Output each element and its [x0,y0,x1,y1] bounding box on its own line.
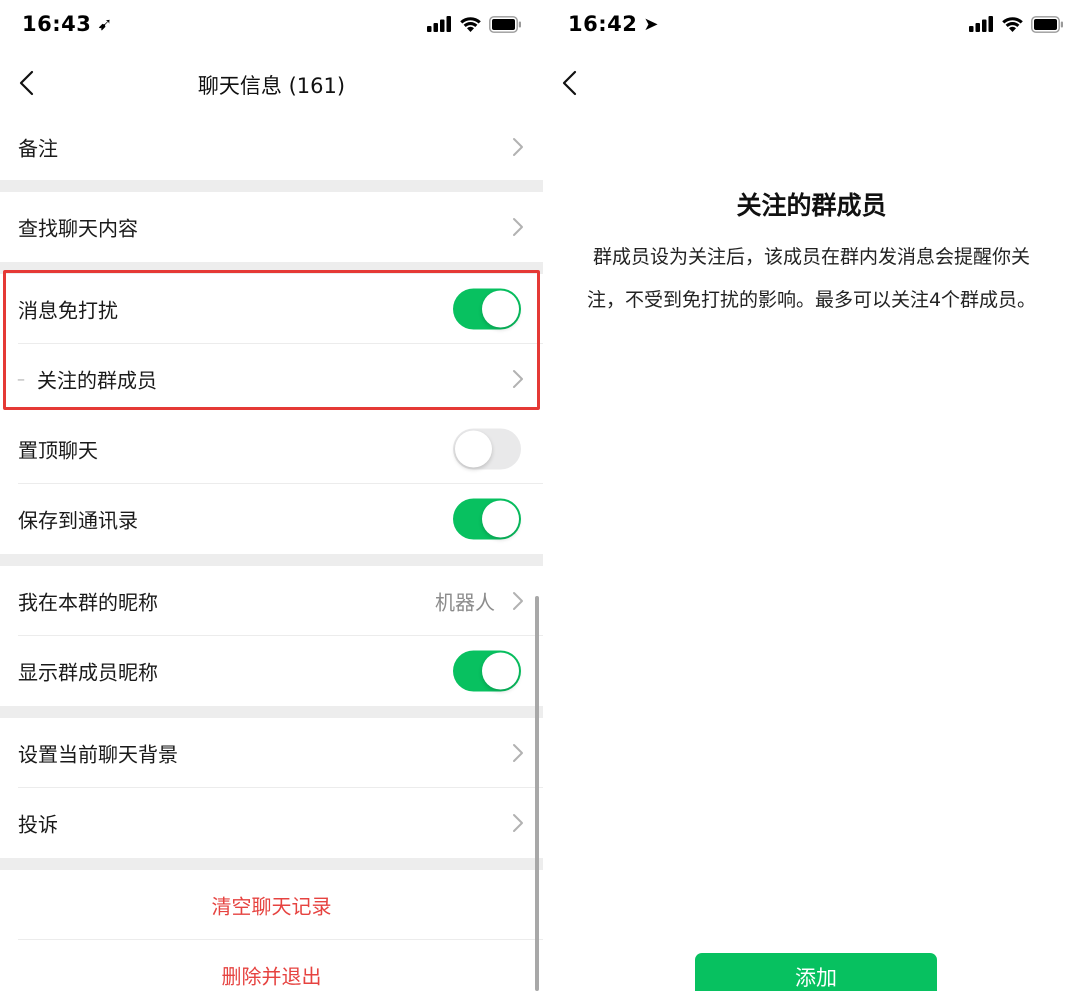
nav-bar [543,52,1080,114]
show-member-names-row: 显示群成员昵称 [0,636,543,706]
signal-icon [427,16,451,32]
wifi-icon [1002,16,1023,32]
status-time-text: 16:43 [22,12,92,36]
search-history-label: 查找聊天内容 [18,216,138,241]
toggle-knob [455,430,492,468]
starred-members-screen: 16:42 ➤ 关注的群成员 群成员设为关注后，该成员在群内发消息会提醒你关注，不… [543,0,1080,991]
status-bar: 16:42 ➤ [543,0,1080,52]
status-time-text: 16:42 [568,12,638,36]
chevron-right-icon [513,218,523,236]
chat-background-row[interactable]: 设置当前聊天背景 [0,718,543,788]
section-divider [0,706,543,718]
chat-info-screen: 16:43 ➹ 聊天信息 (161) 备注 查找聊天内容 消息免打扰 – 关注的… [0,0,543,991]
save-to-contacts-toggle[interactable] [453,498,521,540]
save-to-contacts-label: 保存到通讯录 [18,508,138,533]
starred-members-row[interactable]: – 关注的群成员 [0,344,543,414]
wifi-icon [460,16,481,32]
status-time: 16:42 ➤ [568,12,659,36]
remark-label: 备注 [18,136,58,160]
back-button[interactable] [555,65,591,101]
mute-notifications-toggle[interactable] [453,288,521,330]
my-alias-row[interactable]: 我在本群的昵称 机器人 [0,566,543,636]
sticky-chat-row: 置顶聊天 [0,414,543,484]
status-time: 16:43 ➹ [22,12,113,36]
status-icons [969,14,1064,34]
section-divider [0,554,543,566]
chevron-right-icon [513,137,523,156]
nav-bar: 聊天信息 (161) [0,52,543,114]
clear-history-button[interactable]: 清空聊天记录 [0,870,543,940]
chevron-right-icon [513,370,523,388]
chevron-right-icon [513,592,523,610]
mute-notifications-label: 消息免打扰 [18,298,118,323]
add-button[interactable]: 添加 [695,953,937,991]
sticky-chat-toggle[interactable] [453,428,521,470]
back-arrow-icon [562,70,577,96]
sub-item-dash: – [17,369,25,389]
show-member-names-label: 显示群成员昵称 [18,660,158,685]
section-divider [0,858,543,870]
save-to-contacts-row: 保存到通讯录 [0,484,543,554]
section-divider [0,180,543,192]
chevron-right-icon [513,814,523,832]
signal-icon [969,16,993,32]
report-row[interactable]: 投诉 [0,788,543,858]
battery-icon [489,15,521,33]
chat-background-label: 设置当前聊天背景 [18,742,178,767]
search-history-row[interactable]: 查找聊天内容 [0,192,543,262]
my-alias-value: 机器人 [435,590,495,615]
starred-members-description: 群成员设为关注后，该成员在群内发消息会提醒你关注，不受到免打扰的影响。最多可以关… [586,246,1037,311]
delete-and-exit-button[interactable]: 删除并退出 [0,940,543,991]
mute-notifications-row: 消息免打扰 [0,274,543,344]
toggle-knob [482,652,519,690]
battery-icon [1031,15,1063,33]
delete-and-exit-label: 删除并退出 [221,964,322,989]
starred-members-title: 关注的群成员 [736,191,887,220]
status-bar: 16:43 ➹ [0,0,543,52]
section-divider [0,262,543,274]
page-title: 聊天信息 (161) [197,74,346,98]
my-alias-label: 我在本群的昵称 [18,590,158,615]
clear-history-label: 清空聊天记录 [211,894,332,919]
report-label: 投诉 [18,812,58,837]
starred-members-label: 关注的群成员 [37,368,157,393]
sticky-chat-label: 置顶聊天 [18,438,98,463]
toggle-knob [482,500,519,538]
show-member-names-toggle[interactable] [453,650,521,692]
scrollbar[interactable] [535,596,539,991]
toggle-knob [482,290,519,328]
location-arrow-icon: ➹ [97,14,113,35]
location-arrow-icon: ➤ [643,14,659,35]
chevron-right-icon [513,744,523,762]
status-icons [427,14,522,34]
remark-row[interactable]: 备注 [0,113,543,180]
settings-list: 备注 查找聊天内容 消息免打扰 – 关注的群成员 置顶聊天 保存到通讯录 我在本… [0,113,543,991]
